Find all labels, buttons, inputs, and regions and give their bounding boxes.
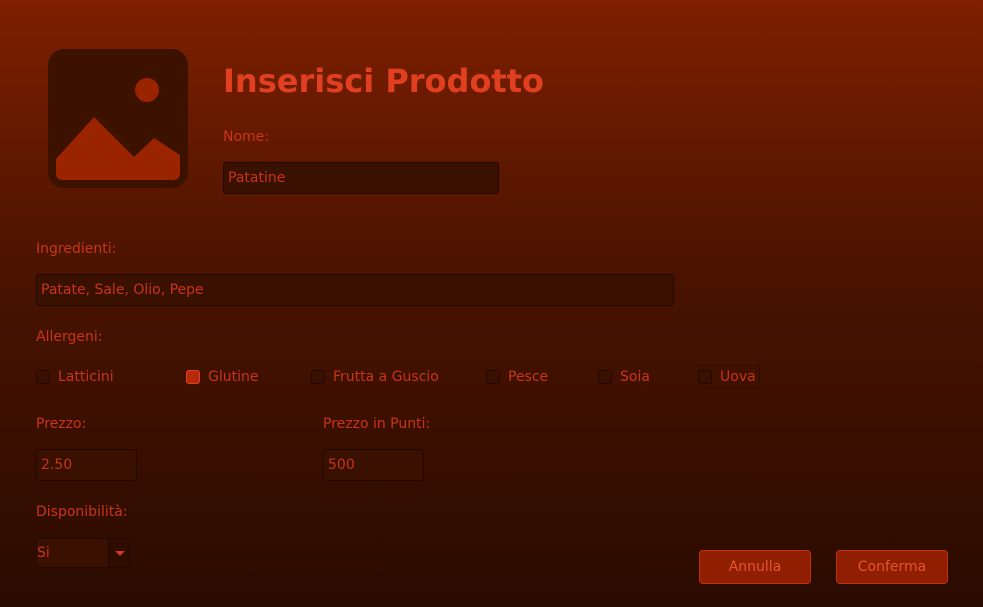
cancel-button[interactable]: Annulla	[699, 550, 811, 584]
glutine-checkbox[interactable]	[186, 370, 200, 384]
allergens-label: Allergeni:	[36, 329, 103, 345]
name-field[interactable]: Patatine	[223, 162, 499, 194]
latticini-label: Latticini	[58, 369, 114, 385]
latticini-checkbox[interactable]	[36, 370, 50, 384]
soia-label: Soia	[620, 369, 650, 385]
availability-value: Si	[37, 545, 50, 561]
availability-label: Disponibilità:	[36, 504, 128, 520]
allergen-glutine[interactable]: Glutine	[186, 369, 258, 385]
allergen-soia[interactable]: Soia	[598, 369, 650, 385]
frutta-a-guscio-checkbox[interactable]	[311, 370, 325, 384]
points-price-label: Prezzo in Punti:	[323, 416, 431, 432]
ingredients-field[interactable]: Patate, Sale, Olio, Pepe	[36, 274, 674, 306]
pesce-checkbox[interactable]	[486, 370, 500, 384]
product-image-placeholder[interactable]	[48, 49, 188, 188]
allergen-latticini[interactable]: Latticini	[36, 369, 114, 385]
allergen-uova[interactable]: Uova	[698, 365, 760, 389]
allergen-frutta-a-guscio[interactable]: Frutta a Guscio	[311, 369, 439, 385]
ingredients-label: Ingredienti:	[36, 241, 117, 257]
pesce-label: Pesce	[508, 369, 549, 385]
confirm-button[interactable]: Conferma	[836, 550, 948, 584]
frutta-a-guscio-label: Frutta a Guscio	[333, 369, 439, 385]
page-title: Inserisci Prodotto	[223, 62, 544, 100]
uova-checkbox[interactable]	[698, 370, 712, 384]
price-label: Prezzo:	[36, 416, 87, 432]
uova-label: Uova	[720, 369, 756, 385]
name-label: Nome:	[223, 129, 270, 145]
chevron-down-icon[interactable]	[108, 539, 129, 567]
points-price-field[interactable]: 500	[323, 449, 424, 481]
glutine-label: Glutine	[208, 369, 259, 385]
image-placeholder-icon	[56, 78, 180, 180]
soia-checkbox[interactable]	[598, 370, 612, 384]
allergen-pesce[interactable]: Pesce	[486, 369, 548, 385]
availability-select[interactable]: Si	[36, 538, 130, 568]
price-field[interactable]: 2.50	[36, 449, 137, 481]
